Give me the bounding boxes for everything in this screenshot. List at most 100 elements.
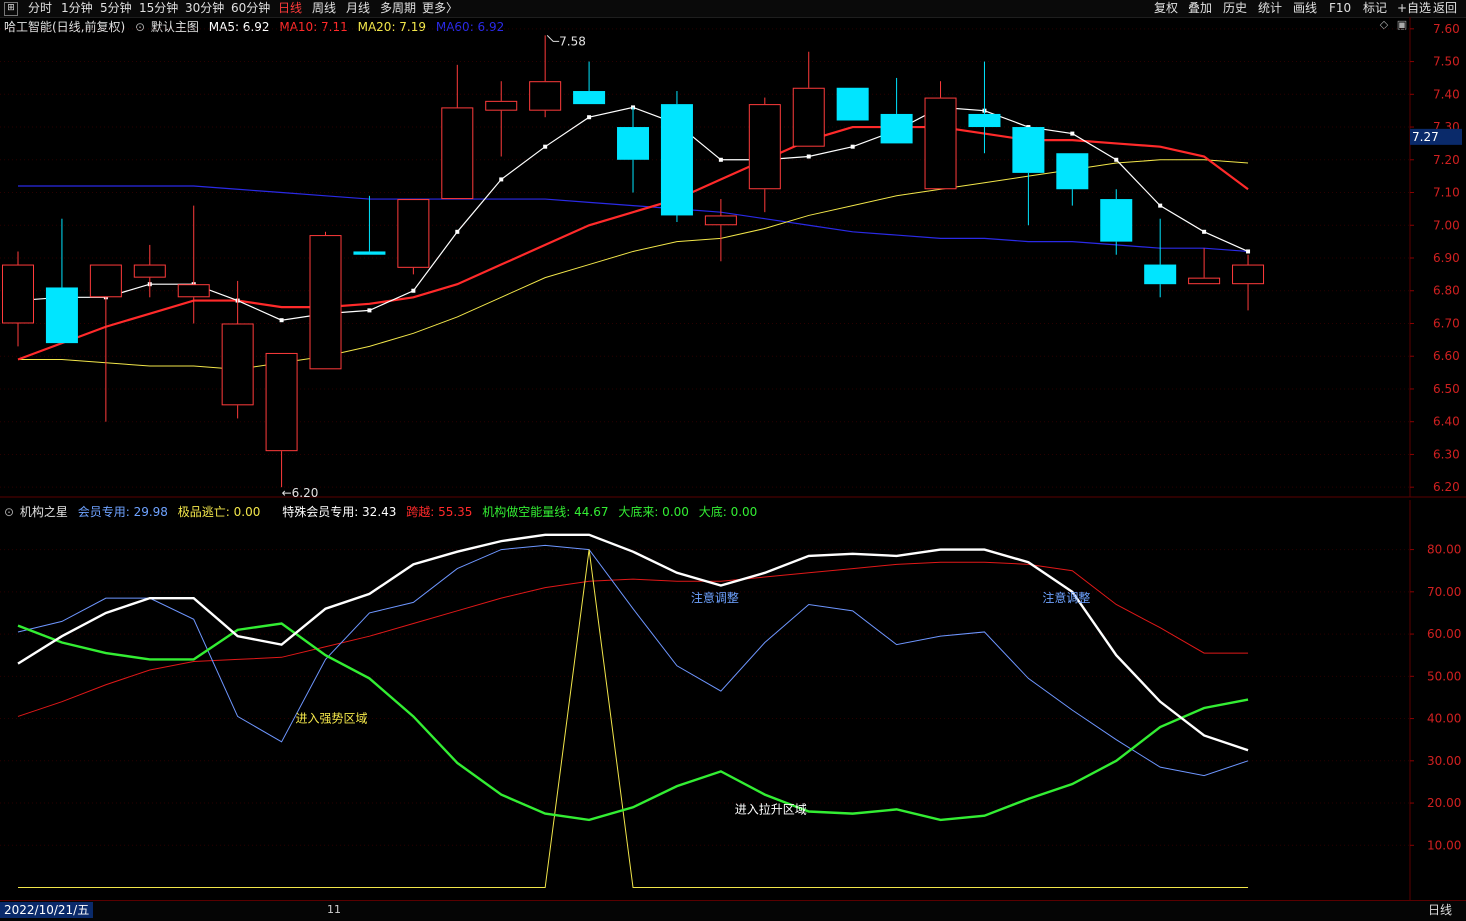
candle-body bbox=[89, 264, 122, 298]
ma5-point bbox=[1070, 131, 1075, 136]
ma5-point bbox=[279, 318, 284, 323]
ma5-point bbox=[1246, 249, 1251, 254]
y-tick-label: 6.20 bbox=[1433, 480, 1460, 494]
candle-body bbox=[1056, 153, 1089, 190]
y-tick-label: 6.50 bbox=[1433, 382, 1460, 396]
candle-body bbox=[309, 235, 342, 370]
candle-body bbox=[265, 352, 298, 452]
candle-body bbox=[792, 87, 825, 147]
candle-body bbox=[573, 91, 606, 105]
indicator-annotation: 注意调整 bbox=[691, 590, 739, 605]
candle-body bbox=[1012, 127, 1045, 173]
candle bbox=[485, 81, 518, 157]
y-tick-label: 6.30 bbox=[1433, 447, 1460, 461]
ma5-point bbox=[1158, 203, 1163, 208]
candle-body bbox=[1144, 264, 1177, 285]
y-tick-label: 20.00 bbox=[1427, 796, 1461, 810]
y-tick-label: 7.50 bbox=[1433, 55, 1460, 69]
candle bbox=[441, 64, 474, 200]
candle bbox=[133, 244, 166, 298]
candle-body bbox=[221, 323, 254, 406]
candle bbox=[177, 205, 210, 324]
candlestick-chart[interactable]: 7.607.507.407.307.207.107.006.906.806.70… bbox=[0, 0, 1466, 500]
y-tick-label: 30.00 bbox=[1427, 754, 1461, 768]
candle-body bbox=[1100, 199, 1133, 242]
candle-body bbox=[1188, 277, 1221, 285]
ma5-point bbox=[806, 154, 811, 159]
period-indicator[interactable]: 日线 bbox=[1428, 902, 1452, 918]
candle-body bbox=[617, 127, 650, 160]
candle-body bbox=[924, 97, 957, 190]
ma5-point bbox=[1114, 157, 1119, 162]
candle bbox=[704, 199, 737, 262]
low-price-label: ←6.20 bbox=[282, 486, 319, 500]
y-tick-label: 7.20 bbox=[1433, 153, 1460, 167]
candle-body bbox=[485, 100, 518, 111]
candle-body bbox=[397, 199, 430, 268]
indicator-chart[interactable]: 80.00 70.00 60.00 50.00 40.00 30.00 20.00 10.00… bbox=[0, 500, 1466, 900]
ma5-point bbox=[411, 288, 416, 293]
candle-body bbox=[133, 264, 166, 278]
ma5-point bbox=[587, 115, 592, 120]
y-tick-label: 7.40 bbox=[1433, 87, 1460, 101]
ma5-point bbox=[1202, 229, 1207, 234]
y-tick-label: 6.90 bbox=[1433, 251, 1460, 265]
white-series-line bbox=[17, 533, 1249, 752]
candle bbox=[1232, 254, 1265, 311]
candle bbox=[573, 61, 606, 105]
candle-body bbox=[2, 264, 34, 324]
y-tick-label: 40.00 bbox=[1427, 712, 1461, 726]
candle-body bbox=[177, 284, 210, 298]
candle-body bbox=[1232, 264, 1265, 285]
candle-body bbox=[441, 107, 474, 200]
candle-body bbox=[45, 287, 78, 344]
candle bbox=[397, 199, 430, 275]
y-tick-label: 80.00 bbox=[1427, 543, 1461, 557]
candle bbox=[792, 51, 825, 147]
candle bbox=[968, 61, 1001, 154]
candle bbox=[45, 218, 78, 344]
indicator-annotation: 注意调整 bbox=[1042, 590, 1090, 605]
ma5-point bbox=[367, 308, 372, 313]
candle bbox=[1188, 248, 1221, 285]
candle-body bbox=[836, 87, 869, 121]
candle bbox=[529, 35, 562, 118]
indicator-annotation: 进入拉升区域 bbox=[735, 801, 807, 816]
y-tick-label: 6.70 bbox=[1433, 316, 1460, 330]
ma5-point bbox=[850, 144, 855, 149]
y-tick-label: 7.00 bbox=[1433, 218, 1460, 232]
y-tick-label: 10.00 bbox=[1427, 838, 1461, 852]
candle bbox=[1056, 153, 1089, 206]
current-price-value: 7.27 bbox=[1412, 130, 1439, 144]
y-tick-label: 7.10 bbox=[1433, 186, 1460, 200]
y-tick-label: 70.00 bbox=[1427, 585, 1461, 599]
candle bbox=[748, 97, 781, 213]
candle bbox=[309, 231, 342, 370]
candle bbox=[89, 264, 122, 422]
candle-body bbox=[660, 104, 693, 216]
candle bbox=[836, 87, 869, 121]
candle bbox=[1012, 127, 1045, 226]
ma5-point bbox=[499, 177, 504, 182]
y-tick-label: 60.00 bbox=[1427, 627, 1461, 641]
candle-body bbox=[880, 113, 913, 144]
candle bbox=[660, 91, 693, 222]
candle-body bbox=[353, 251, 386, 255]
month-tick-label: 11 bbox=[327, 903, 341, 916]
y-tick-label: 6.40 bbox=[1433, 415, 1460, 429]
bottom-axis-bar bbox=[0, 900, 1466, 921]
high-arrow bbox=[546, 35, 560, 42]
candle bbox=[1100, 189, 1133, 255]
y-tick-label: 6.80 bbox=[1433, 284, 1460, 298]
indicator-annotation: 进入强势区域 bbox=[296, 712, 368, 726]
candle bbox=[880, 77, 913, 144]
candle-body bbox=[968, 113, 1001, 128]
candle bbox=[617, 107, 650, 193]
ma5-point bbox=[455, 229, 460, 234]
candle bbox=[2, 251, 34, 347]
blue-series-line bbox=[17, 544, 1249, 777]
candle bbox=[924, 81, 957, 190]
candle-body bbox=[529, 81, 562, 111]
high-price-label: 7.58 bbox=[559, 34, 586, 48]
ma5-point bbox=[543, 144, 548, 149]
